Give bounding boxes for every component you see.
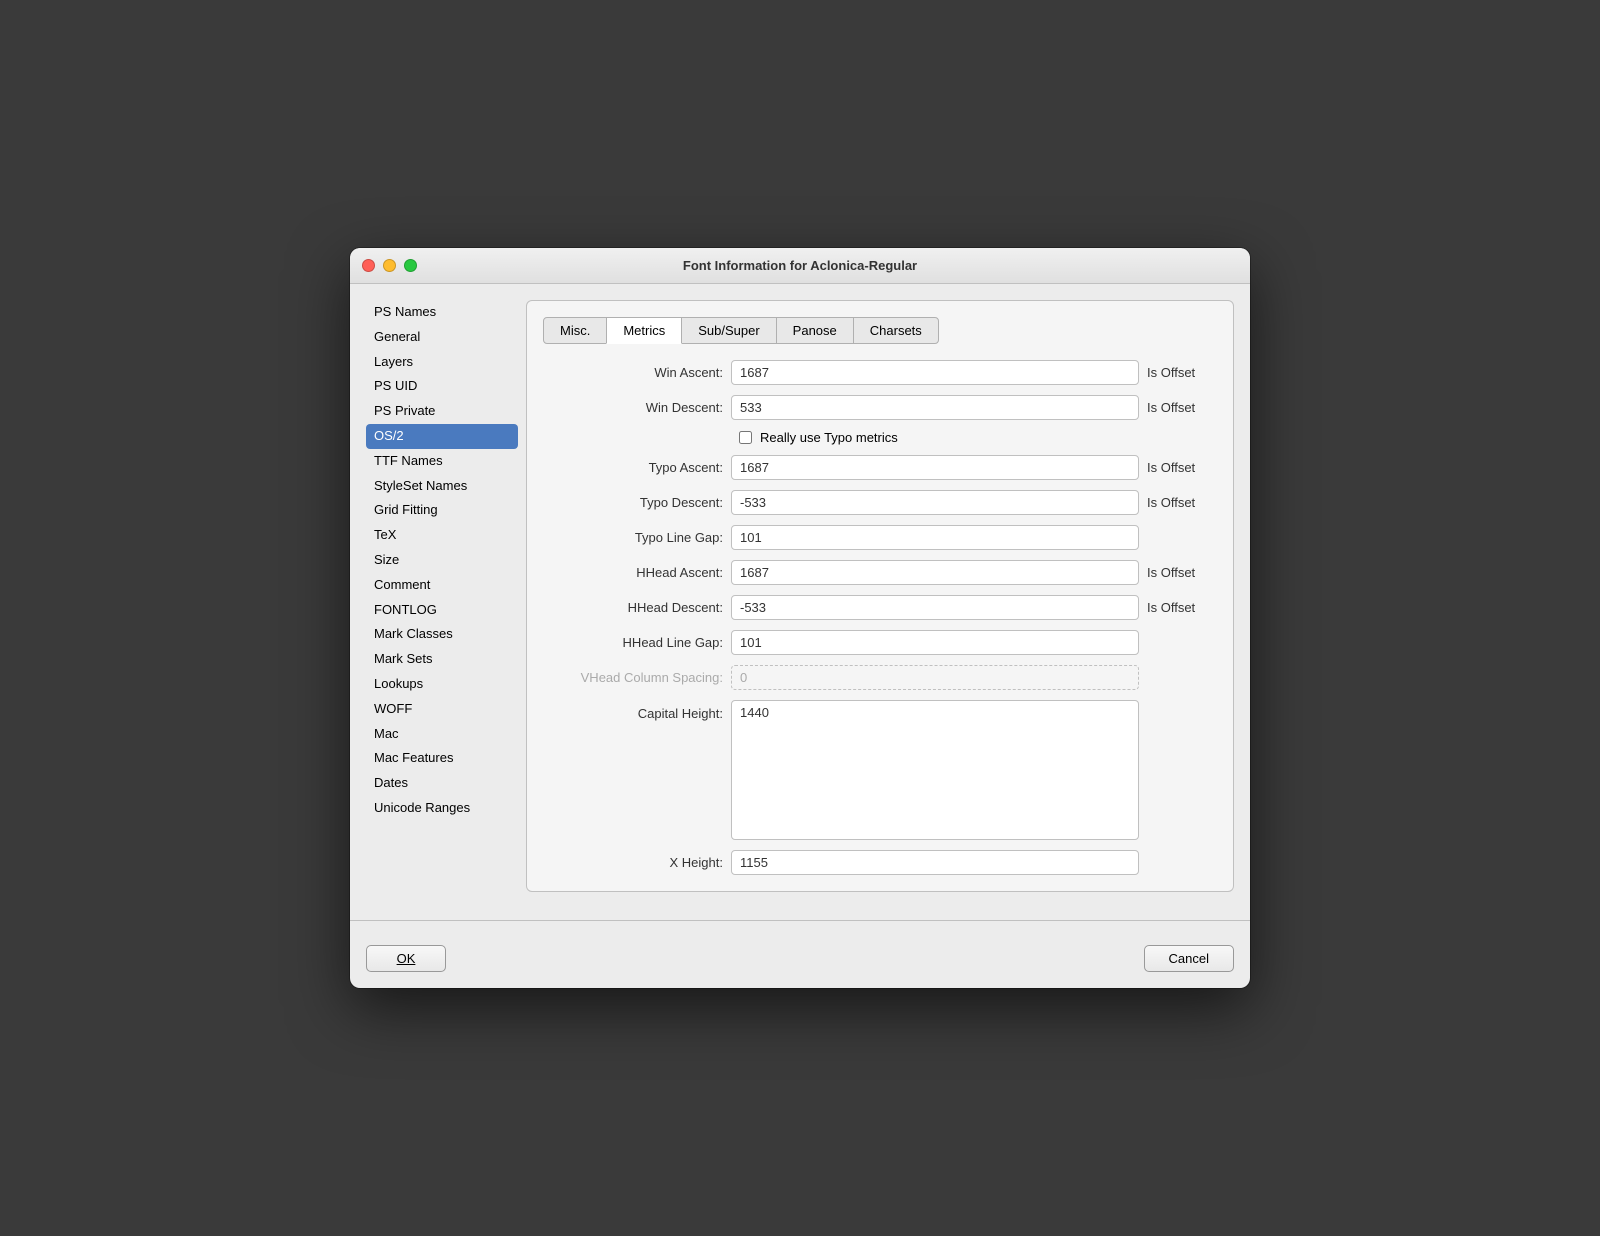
content-area: PS Names General Layers PS UID PS Privat…: [350, 284, 1250, 908]
hhead-ascent-suffix: Is Offset: [1147, 565, 1217, 580]
sidebar-item-ps-names[interactable]: PS Names: [366, 300, 518, 325]
hhead-ascent-label: HHead Ascent:: [543, 565, 723, 580]
really-use-typo-checkbox[interactable]: [739, 431, 752, 444]
sidebar-item-ps-uid[interactable]: PS UID: [366, 374, 518, 399]
capital-height-textarea[interactable]: 1440: [731, 700, 1139, 840]
typo-ascent-suffix: Is Offset: [1147, 460, 1217, 475]
win-descent-input[interactable]: [731, 395, 1139, 420]
form-area: Win Ascent: Is Offset Win Descent: Is Of…: [543, 360, 1217, 875]
really-use-typo-label: Really use Typo metrics: [760, 430, 898, 445]
tab-panose[interactable]: Panose: [776, 317, 854, 344]
typo-descent-input[interactable]: [731, 490, 1139, 515]
hhead-ascent-row: HHead Ascent: Is Offset: [543, 560, 1217, 585]
win-descent-suffix: Is Offset: [1147, 400, 1217, 415]
win-ascent-input[interactable]: [731, 360, 1139, 385]
traffic-lights: [362, 259, 417, 272]
tab-misc[interactable]: Misc.: [543, 317, 607, 344]
sidebar-item-unicode-ranges[interactable]: Unicode Ranges: [366, 796, 518, 821]
sidebar-item-ttf-names[interactable]: TTF Names: [366, 449, 518, 474]
win-ascent-suffix: Is Offset: [1147, 365, 1217, 380]
cancel-button[interactable]: Cancel: [1144, 945, 1234, 972]
footer: OK Cancel: [350, 933, 1250, 988]
sidebar-item-grid-fitting[interactable]: Grid Fitting: [366, 498, 518, 523]
vhead-column-spacing-input: [731, 665, 1139, 690]
win-descent-label: Win Descent:: [543, 400, 723, 415]
minimize-button[interactable]: [383, 259, 396, 272]
sidebar-item-styleset-names[interactable]: StyleSet Names: [366, 474, 518, 499]
typo-line-gap-row: Typo Line Gap:: [543, 525, 1217, 550]
sidebar-item-lookups[interactable]: Lookups: [366, 672, 518, 697]
tab-bar: Misc. Metrics Sub/Super Panose Charsets: [543, 317, 1217, 344]
hhead-descent-suffix: Is Offset: [1147, 600, 1217, 615]
sidebar: PS Names General Layers PS UID PS Privat…: [366, 300, 526, 892]
sidebar-item-mark-sets[interactable]: Mark Sets: [366, 647, 518, 672]
sidebar-item-mark-classes[interactable]: Mark Classes: [366, 622, 518, 647]
sidebar-item-layers[interactable]: Layers: [366, 350, 518, 375]
titlebar: Font Information for Aclonica-Regular: [350, 248, 1250, 284]
x-height-input[interactable]: [731, 850, 1139, 875]
typo-descent-label: Typo Descent:: [543, 495, 723, 510]
sidebar-item-ps-private[interactable]: PS Private: [366, 399, 518, 424]
window-title: Font Information for Aclonica-Regular: [683, 258, 917, 273]
vhead-column-spacing-row: VHead Column Spacing:: [543, 665, 1217, 690]
really-use-typo-row: Really use Typo metrics: [739, 430, 1217, 445]
footer-divider: [350, 920, 1250, 921]
typo-line-gap-input[interactable]: [731, 525, 1139, 550]
capital-height-row: Capital Height: 1440: [543, 700, 1217, 840]
typo-descent-suffix: Is Offset: [1147, 495, 1217, 510]
tab-metrics[interactable]: Metrics: [606, 317, 682, 344]
win-descent-row: Win Descent: Is Offset: [543, 395, 1217, 420]
sidebar-item-tex[interactable]: TeX: [366, 523, 518, 548]
maximize-button[interactable]: [404, 259, 417, 272]
hhead-line-gap-row: HHead Line Gap:: [543, 630, 1217, 655]
tab-charsets[interactable]: Charsets: [853, 317, 939, 344]
tab-sub-super[interactable]: Sub/Super: [681, 317, 776, 344]
win-ascent-row: Win Ascent: Is Offset: [543, 360, 1217, 385]
hhead-line-gap-label: HHead Line Gap:: [543, 635, 723, 650]
typo-descent-row: Typo Descent: Is Offset: [543, 490, 1217, 515]
hhead-descent-label: HHead Descent:: [543, 600, 723, 615]
x-height-row: X Height:: [543, 850, 1217, 875]
main-window: Font Information for Aclonica-Regular PS…: [350, 248, 1250, 988]
win-ascent-label: Win Ascent:: [543, 365, 723, 380]
sidebar-item-fontlog[interactable]: FONTLOG: [366, 598, 518, 623]
sidebar-item-size[interactable]: Size: [366, 548, 518, 573]
typo-ascent-row: Typo Ascent: Is Offset: [543, 455, 1217, 480]
main-panel: Misc. Metrics Sub/Super Panose Charsets …: [526, 300, 1234, 892]
typo-ascent-input[interactable]: [731, 455, 1139, 480]
sidebar-item-mac-features[interactable]: Mac Features: [366, 746, 518, 771]
hhead-descent-row: HHead Descent: Is Offset: [543, 595, 1217, 620]
typo-line-gap-label: Typo Line Gap:: [543, 530, 723, 545]
typo-ascent-label: Typo Ascent:: [543, 460, 723, 475]
sidebar-item-dates[interactable]: Dates: [366, 771, 518, 796]
sidebar-item-mac[interactable]: Mac: [366, 722, 518, 747]
vhead-column-spacing-label: VHead Column Spacing:: [543, 670, 723, 685]
sidebar-item-os2[interactable]: OS/2: [366, 424, 518, 449]
close-button[interactable]: [362, 259, 375, 272]
x-height-label: X Height:: [543, 855, 723, 870]
hhead-descent-input[interactable]: [731, 595, 1139, 620]
capital-height-label: Capital Height:: [543, 706, 723, 721]
sidebar-item-woff[interactable]: WOFF: [366, 697, 518, 722]
sidebar-item-comment[interactable]: Comment: [366, 573, 518, 598]
hhead-ascent-input[interactable]: [731, 560, 1139, 585]
sidebar-item-general[interactable]: General: [366, 325, 518, 350]
hhead-line-gap-input[interactable]: [731, 630, 1139, 655]
ok-button[interactable]: OK: [366, 945, 446, 972]
